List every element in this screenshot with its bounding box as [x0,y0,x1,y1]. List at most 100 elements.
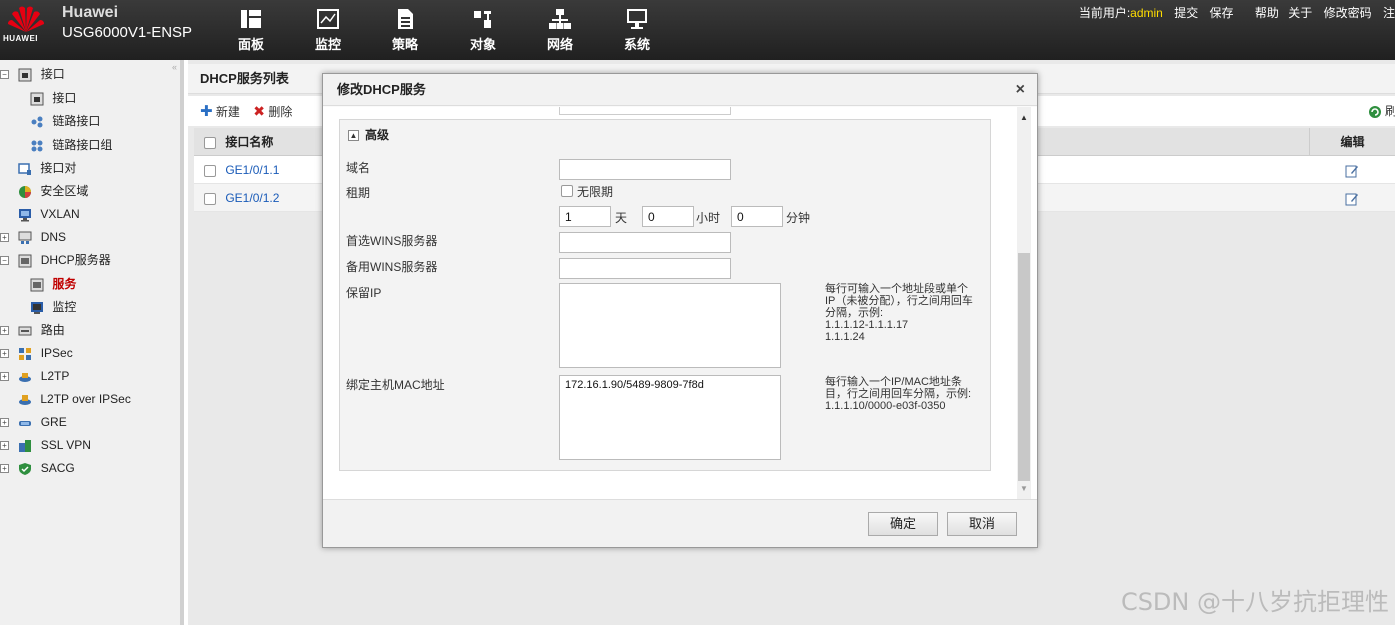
edit-icon[interactable] [1345,192,1359,206]
nav-system[interactable]: 系统 [612,8,662,53]
sidebar-item-link-group[interactable]: 链路接口组 [30,135,112,155]
nav-dashboard-label: 面板 [237,37,264,52]
domain-input[interactable] [559,159,731,180]
delete-button[interactable]: ✖ 删除 [253,103,292,119]
sidebar-item-gre[interactable]: + GRE [0,412,67,432]
gre-icon [19,420,32,426]
sidebar-item-dns[interactable]: + DNS [0,227,66,247]
unlimited-lease-label: 无限期 [577,185,614,199]
delete-icon: ✖ [253,103,266,119]
edit-icon[interactable] [1345,164,1359,178]
refresh-button[interactable]: 刷 [1368,96,1395,126]
sidebar-item-label: SSL VPN [40,438,91,452]
sidebar-item-ipsec[interactable]: + IPSec [0,343,73,363]
object-icon [474,11,491,28]
sidebar-item-dhcp-monitor[interactable]: 监控 [30,297,76,317]
close-icon[interactable]: × [1016,74,1025,106]
hours-unit-label: 小时 [696,211,721,225]
service-icon [30,278,44,292]
collapse-icon[interactable]: − [0,70,9,80]
logout-link[interactable]: 注 [1383,6,1395,20]
system-monitor-icon [627,9,647,29]
sidebar: « − 接口 接口 链路接口 链路接口组 接口对 安全区域 VXLAN + DN… [0,60,184,625]
about-link[interactable]: 关于 [1288,6,1312,20]
sidebar-item-dhcp-server[interactable]: − DHCP服务器 [0,250,111,270]
sacg-icon [19,462,32,475]
policy-document-icon [398,9,413,29]
change-password-link[interactable]: 修改密码 [1324,6,1372,20]
expand-icon[interactable]: + [0,464,9,474]
collapse-triangle-icon[interactable]: ▲ [348,130,359,142]
scroll-up-arrow-icon[interactable]: ▲ [1020,113,1028,122]
lease-days-input[interactable] [559,206,611,227]
backup-wins-input[interactable] [559,258,731,279]
confirm-button[interactable]: 确定 [868,512,938,536]
nav-object[interactable]: 对象 [458,8,508,53]
sidebar-item-vxlan[interactable]: VXLAN [18,204,80,224]
expand-icon[interactable]: + [0,326,9,336]
expand-icon[interactable]: + [0,349,9,359]
nav-monitor[interactable]: 监控 [303,8,353,53]
sidebar-item-label: 链路接口 [52,114,101,128]
sidebar-item-l2tp-over-ipsec[interactable]: L2TP over IPSec [18,389,131,409]
nav-policy[interactable]: 策略 [380,8,430,53]
expand-icon[interactable]: + [0,441,9,451]
advanced-toggle[interactable]: ▲ 高级 [348,126,389,143]
dhcp-server-icon [18,254,32,268]
sidebar-item-security-zone[interactable]: 安全区域 [18,181,88,201]
row-checkbox[interactable] [204,192,216,205]
new-button[interactable]: ✚ 新建 [200,103,240,120]
reserved-ip-textarea[interactable] [559,283,781,368]
sidebar-item-dhcp-service[interactable]: 服务 [30,274,76,294]
lease-hours-input[interactable] [642,206,694,227]
scroll-down-arrow-icon[interactable]: ▼ [1020,484,1028,493]
scrollbar-thumb[interactable] [1018,253,1030,481]
monitor-icon [31,301,43,314]
advanced-label: 高级 [365,128,390,142]
link-group-icon [31,140,43,152]
collapse-sidebar-icon[interactable]: « [172,62,177,72]
sidebar-item-interface-group[interactable]: − 接口 [0,64,65,84]
nav-dashboard[interactable]: 面板 [226,8,276,53]
interface-name-link[interactable]: GE1/0/1.1 [225,163,279,177]
sidebar-item-sacg[interactable]: + SACG [0,458,75,478]
nav-network[interactable]: 网络 [535,8,585,53]
cancel-button[interactable]: 取消 [947,512,1017,536]
advanced-section: ▲ 高级 域名 租期 无限期 天 小时 分钟 首选WINS服务器 备用WINS服务… [339,119,991,471]
dialog-scrollbar[interactable]: ▲ ▼ [1017,107,1031,499]
expand-icon[interactable]: + [0,372,9,382]
primary-wins-input[interactable] [559,232,731,253]
edit-cell [1309,184,1395,211]
sidebar-item-ssl-vpn[interactable]: + SSL VPN [0,435,91,455]
dialog-body: ▲ 高级 域名 租期 无限期 天 小时 分钟 首选WINS服务器 备用WINS服务… [323,107,1037,499]
help-link[interactable]: 帮助 [1255,6,1279,20]
bind-mac-hint: 每行输入一个IP/MAC地址条目，行之间用回车分隔，示例: 1.1.1.10/0… [825,376,972,412]
partial-input-field[interactable] [559,107,731,115]
vxlan-icon [19,208,31,222]
route-icon [18,326,32,336]
collapse-icon[interactable]: − [0,256,9,266]
backup-wins-label: 备用WINS服务器 [346,260,438,274]
commit-link[interactable]: 提交 [1174,6,1198,20]
current-user-label: 当前用户: [1078,6,1131,20]
interface-name-link[interactable]: GE1/0/1.2 [225,191,279,205]
plus-icon: ✚ [200,103,213,120]
unlimited-lease-checkbox[interactable] [561,185,573,197]
row-checkbox[interactable] [204,164,216,177]
lease-minutes-input[interactable] [731,206,783,227]
expand-icon[interactable]: + [0,418,9,428]
sidebar-item-l2tp[interactable]: + L2TP [0,366,69,386]
select-all-checkbox[interactable] [204,136,216,149]
sidebar-item-link-interface[interactable]: 链路接口 [30,111,100,131]
expand-icon[interactable]: + [0,233,9,243]
sidebar-item-label: 安全区域 [40,184,89,198]
bind-mac-textarea[interactable]: 172.16.1.90/5489-9809-7f8d [559,375,781,460]
sidebar-item-route[interactable]: + 路由 [0,320,65,340]
refresh-icon [1368,105,1381,118]
sidebar-item-interface[interactable]: 接口 [30,88,76,108]
logo-text: HUAWEI [3,34,38,43]
save-link[interactable]: 保存 [1210,6,1234,20]
sidebar-item-label: DHCP服务器 [40,253,111,267]
ipsec-icon [19,347,32,360]
sidebar-item-interface-pair[interactable]: 接口对 [18,158,76,178]
